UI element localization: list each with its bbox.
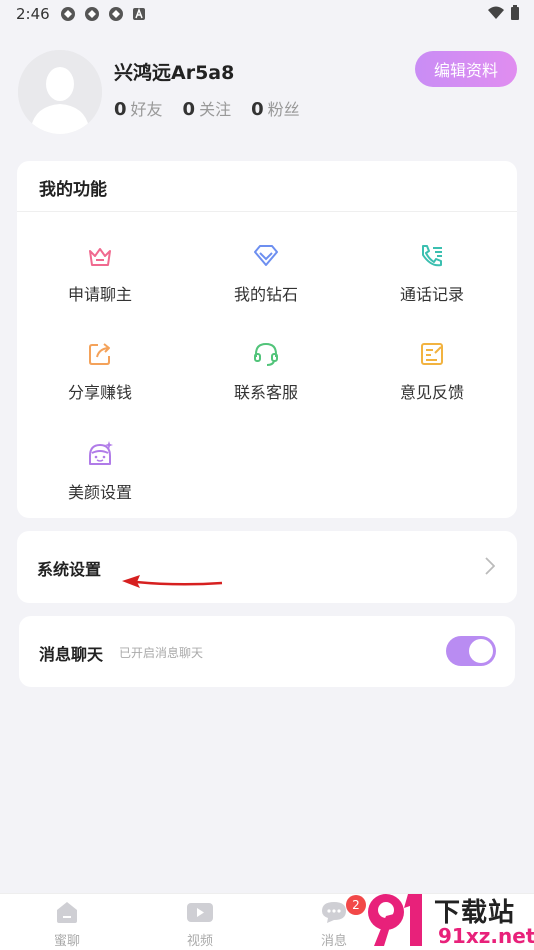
function-customer-service[interactable]: 联系客服 (183, 339, 349, 403)
nav-item-miliao[interactable]: 蜜聊 (27, 900, 107, 949)
function-beauty-settings[interactable]: 美颜设置 (17, 439, 183, 503)
toggle-knob (469, 639, 493, 663)
message-icon (322, 902, 346, 923)
system-status-icons (488, 5, 520, 21)
nav-label: 蜜聊 (53, 934, 80, 949)
nav-label: 消息 (320, 934, 347, 949)
edit-profile-button[interactable]: 编辑资料 (415, 51, 517, 87)
app-notification-icon (84, 7, 99, 21)
function-label: 分享赚钱 (67, 383, 132, 402)
share-icon (89, 343, 110, 365)
function-call-records[interactable]: 通话记录 (349, 241, 515, 305)
stat-num: 0 (182, 99, 196, 120)
function-label: 通话记录 (399, 285, 464, 304)
status-bar: 2:46 (0, 0, 534, 28)
function-label: 意见反馈 (399, 383, 464, 402)
function-apply-host[interactable]: 申请聊主 (17, 241, 183, 305)
battery-icon (511, 5, 519, 20)
function-label: 申请聊主 (67, 285, 132, 304)
status-time: 2:46 (16, 5, 50, 23)
stat-fans[interactable]: 0 粉丝 (251, 96, 300, 120)
headset-icon (254, 342, 278, 366)
chat-label: 消息聊天 (39, 645, 104, 664)
app-notification-icon (60, 7, 75, 21)
watermark-url: 91xz.net (436, 924, 534, 948)
a-notification-icon (132, 7, 145, 20)
function-label: 美颜设置 (67, 483, 132, 502)
message-chat-toggle[interactable] (446, 636, 496, 666)
wifi-icon (488, 6, 504, 19)
red-arrow-annotation (122, 575, 223, 588)
nav-item-video[interactable]: 视频 (160, 900, 240, 949)
beauty-face-icon (89, 441, 113, 465)
stat-num: 0 (114, 99, 127, 120)
section-title: 我的功能 (39, 180, 107, 200)
stat-friends[interactable]: 0 好友 (114, 96, 163, 120)
phone-list-icon (422, 245, 442, 267)
stat-label: 粉丝 (267, 100, 300, 119)
home-icon (57, 902, 77, 923)
watermark-logo: 下载站 91xz.net (364, 890, 534, 950)
stat-label: 关注 (199, 100, 232, 119)
chevron-right-icon (485, 557, 495, 575)
function-my-diamonds[interactable]: 我的钻石 (183, 241, 349, 305)
video-icon (187, 903, 213, 922)
divider (17, 211, 517, 212)
diamond-icon (254, 245, 278, 266)
function-share-earn[interactable]: 分享赚钱 (17, 339, 183, 403)
chat-status-text: 已开启消息聊天 (119, 646, 204, 660)
function-label: 我的钻石 (233, 285, 298, 304)
stat-following[interactable]: 0 关注 (183, 96, 232, 120)
my-functions-card: 我的功能 申请聊主 我的钻石 通话记录 分享赚钱 联系客服 意见反馈 美颜设置 (17, 161, 517, 518)
notification-icons (60, 6, 146, 22)
feedback-icon (421, 343, 443, 365)
unread-badge: 2 (346, 895, 366, 915)
stat-label: 好友 (130, 100, 163, 119)
message-chat-row: 消息聊天 已开启消息聊天 (19, 616, 515, 687)
function-label: 联系客服 (233, 383, 298, 402)
nav-label: 视频 (186, 934, 213, 949)
avatar[interactable] (18, 50, 102, 134)
system-settings-row[interactable]: 系统设置 (17, 531, 517, 603)
profile-stats: 0 好友 0 关注 0 粉丝 (114, 96, 300, 120)
watermark-91-logo-icon (368, 894, 422, 946)
settings-label: 系统设置 (37, 560, 102, 579)
crown-icon (89, 248, 111, 266)
function-feedback[interactable]: 意见反馈 (349, 339, 515, 403)
username: 兴鸿远Ar5a8 (114, 62, 235, 84)
app-notification-icon (108, 7, 123, 21)
stat-num: 0 (251, 99, 264, 120)
default-avatar-icon (18, 50, 102, 134)
